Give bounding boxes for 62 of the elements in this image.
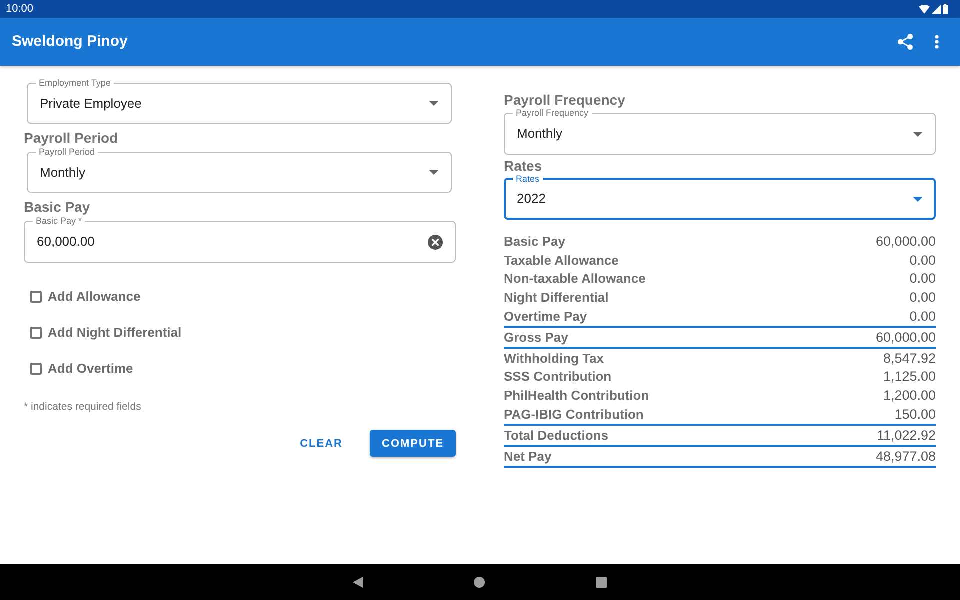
more-options-icon[interactable] [935,35,939,49]
summary-label: Withholding Tax [504,350,604,366]
summary-amount: 1,125.00 [883,369,936,384]
summary-amount: 0.00 [910,252,936,268]
status-time: 10:00 [6,2,34,16]
dropdown-caret-icon [913,132,923,136]
section-heading: Payroll Frequency [504,92,626,108]
summary-label: Total Deductions [504,428,608,443]
summary-label: Basic Pay [504,234,566,249]
text-field[interactable]: Basic Pay * 60,000.00 [24,216,456,263]
summary-amount: 0.00 [910,309,936,324]
summary-label: PhilHealth Contribution [504,388,650,404]
battery-icon [943,4,948,14]
required-fields-note: * indicates required fields [24,401,142,413]
summary-label: Non-taxable Allowance [504,271,646,286]
dropdown-caret-icon [429,170,439,175]
home-icon[interactable] [474,576,485,588]
share-icon[interactable] [898,34,913,50]
summary-amount: 60,000.00 [876,330,936,345]
back-icon[interactable] [353,576,363,588]
floating-label: Payroll Frequency [515,108,590,119]
summary-amount: 48,977.08 [876,448,936,464]
checkbox-label[interactable]: Add Overtime [48,361,134,377]
summary-label: Taxable Allowance [504,252,619,268]
summary-amount: 8,547.92 [883,350,936,366]
recents-icon[interactable] [596,576,607,588]
section-heading: Rates [504,158,544,174]
dropdown-caret-icon [429,101,439,106]
wifi-icon [919,4,930,14]
checkbox[interactable] [30,327,42,339]
summary-amount: 60,000.00 [876,234,936,249]
summary-amount: 11,022.92 [876,428,936,443]
summary-label: Night Differential [504,290,609,306]
clear-icon[interactable] [428,234,443,250]
summary-label: PAG-IBIG Contribution [504,407,644,422]
clear-button[interactable]: CLEAR [292,430,351,457]
summary-amount: 0.00 [910,271,936,286]
summary-label: Overtime Pay [504,309,588,324]
compute-button[interactable]: COMPUTE [370,430,456,457]
dropdown-field[interactable]: Employment Type Private Employee [27,78,452,124]
dropdown-field[interactable]: Payroll Period Monthly [27,146,452,193]
summary-amount: 1,200.00 [883,388,936,404]
floating-label: Employment Type [38,78,112,88]
floating-label: Rates [515,174,541,184]
floating-label: Basic Pay * [35,216,84,226]
summary-label: Gross Pay [504,330,568,345]
checkbox-label[interactable]: Add Allowance [48,289,141,305]
checkbox[interactable] [30,363,42,375]
signal-icon [932,4,941,14]
section-heading: Basic Pay [24,199,92,215]
section-heading: Payroll Period [24,130,120,146]
floating-label: Payroll Period [38,146,96,158]
dropdown-field[interactable]: Rates 2022 [504,174,936,220]
checkbox[interactable] [30,291,42,303]
summary-label: SSS Contribution [504,369,612,384]
summary-amount: 150.00 [894,407,936,422]
app-title: Sweldong Pinoy [12,33,129,51]
checkbox-label[interactable]: Add Night Differential [48,325,182,341]
summary-label: Net Pay [504,448,552,464]
dropdown-field[interactable]: Payroll Frequency Monthly [504,108,936,154]
dropdown-caret-icon [913,196,923,202]
summary-amount: 0.00 [910,290,936,306]
